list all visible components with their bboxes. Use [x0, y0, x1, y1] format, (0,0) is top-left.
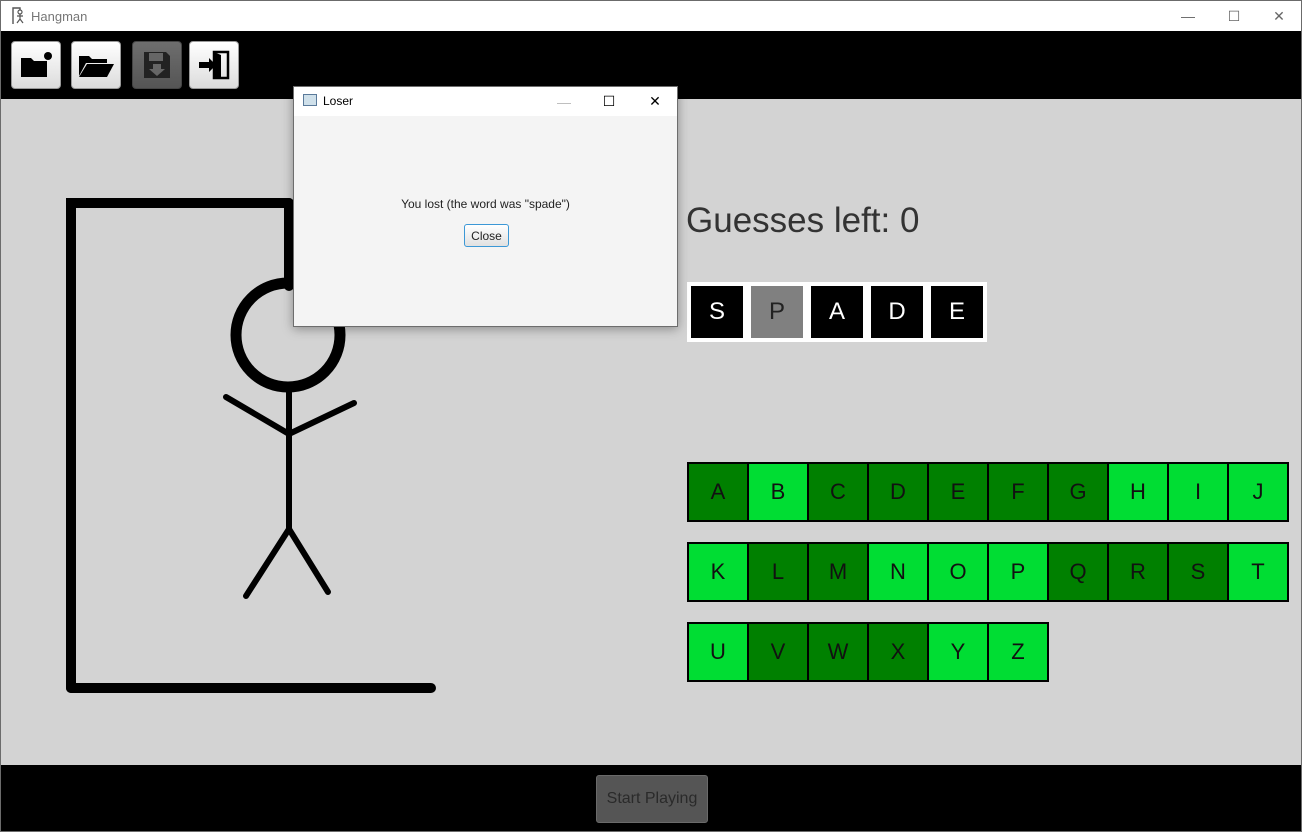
start-playing-button[interactable]: Start Playing [596, 775, 708, 823]
letter-button-u[interactable]: U [689, 624, 749, 680]
open-folder-icon [79, 56, 114, 77]
letter-button-r[interactable]: R [1109, 544, 1169, 600]
minimize-button[interactable]: — [1165, 1, 1211, 31]
letter-button-b[interactable]: B [749, 464, 809, 520]
letter-button-s[interactable]: S [1169, 544, 1229, 600]
letters-row-3: UVWXYZ [687, 622, 1049, 682]
letter-button-v[interactable]: V [749, 624, 809, 680]
letter-button-l[interactable]: L [749, 544, 809, 600]
maximize-icon: ☐ [602, 93, 616, 109]
letter-button-g[interactable]: G [1049, 464, 1109, 520]
dialog-message: You lost (the word was "spade") [401, 197, 570, 211]
word-letter-cell: S [691, 286, 743, 338]
maximize-icon: ☐ [1227, 7, 1241, 24]
letter-button-t[interactable]: T [1229, 544, 1289, 600]
dialog-close-button[interactable]: Close [464, 224, 509, 247]
letter-button-i[interactable]: I [1169, 464, 1229, 520]
dialog-title-bar: Loser — ☐ ✕ [294, 87, 677, 116]
letter-button-w[interactable]: W [809, 624, 869, 680]
save-icon [144, 52, 170, 78]
hangman-app-icon [11, 7, 27, 25]
open-game-button[interactable] [71, 41, 121, 89]
letter-button-m[interactable]: M [809, 544, 869, 600]
maximize-button[interactable]: ☐ [1211, 1, 1257, 31]
dialog-title: Loser [323, 94, 354, 108]
letters-row-2: KLMNOPQRST [687, 542, 1289, 602]
dialog-close-window-button[interactable]: ✕ [632, 87, 678, 116]
close-icon: ✕ [649, 93, 661, 109]
letter-button-c[interactable]: C [809, 464, 869, 520]
loser-dialog: Loser — ☐ ✕ You lost (the word was "spad… [293, 86, 678, 327]
letter-button-h[interactable]: H [1109, 464, 1169, 520]
letter-button-n[interactable]: N [869, 544, 929, 600]
letter-button-z[interactable]: Z [989, 624, 1049, 680]
new-game-button[interactable] [11, 41, 61, 89]
letter-button-d[interactable]: D [869, 464, 929, 520]
letter-button-o[interactable]: O [929, 544, 989, 600]
window-title: Hangman [31, 9, 88, 24]
letter-button-j[interactable]: J [1229, 464, 1289, 520]
letter-button-x[interactable]: X [869, 624, 929, 680]
letter-button-a[interactable]: A [689, 464, 749, 520]
dialog-window-icon [303, 94, 317, 106]
letters-row-1: ABCDEFGHIJ [687, 462, 1289, 522]
minimize-icon: — [1181, 8, 1195, 24]
close-window-button[interactable]: ✕ [1256, 1, 1301, 31]
new-folder-icon [21, 52, 52, 77]
letter-button-y[interactable]: Y [929, 624, 989, 680]
letter-button-q[interactable]: Q [1049, 544, 1109, 600]
close-icon: ✕ [1273, 7, 1285, 24]
title-bar: Hangman — ☐ ✕ [1, 1, 1301, 31]
word-letter-cell: P [751, 286, 803, 338]
letter-button-p[interactable]: P [989, 544, 1049, 600]
guesses-left-label: Guesses left: 0 [686, 201, 920, 240]
word-display: SPADE [687, 282, 987, 342]
stickman-body [223, 384, 357, 599]
hangman-window: Hangman — ☐ ✕ Guesses left: 0 S P A D E … [0, 0, 1302, 832]
exit-door-icon [199, 50, 230, 80]
word-letter-cell: D [871, 286, 923, 338]
bottom-bar: Start Playing [1, 765, 1301, 831]
letter-button-k[interactable]: K [689, 544, 749, 600]
word-letter-cell: A [811, 286, 863, 338]
letter-button-f[interactable]: F [989, 464, 1049, 520]
minimize-icon: — [557, 93, 571, 110]
save-game-button[interactable] [132, 41, 182, 89]
dialog-minimize-button[interactable]: — [541, 87, 587, 116]
word-letter-cell: E [931, 286, 983, 338]
dialog-maximize-button[interactable]: ☐ [586, 87, 632, 116]
letter-button-e[interactable]: E [929, 464, 989, 520]
exit-button[interactable] [189, 41, 239, 89]
